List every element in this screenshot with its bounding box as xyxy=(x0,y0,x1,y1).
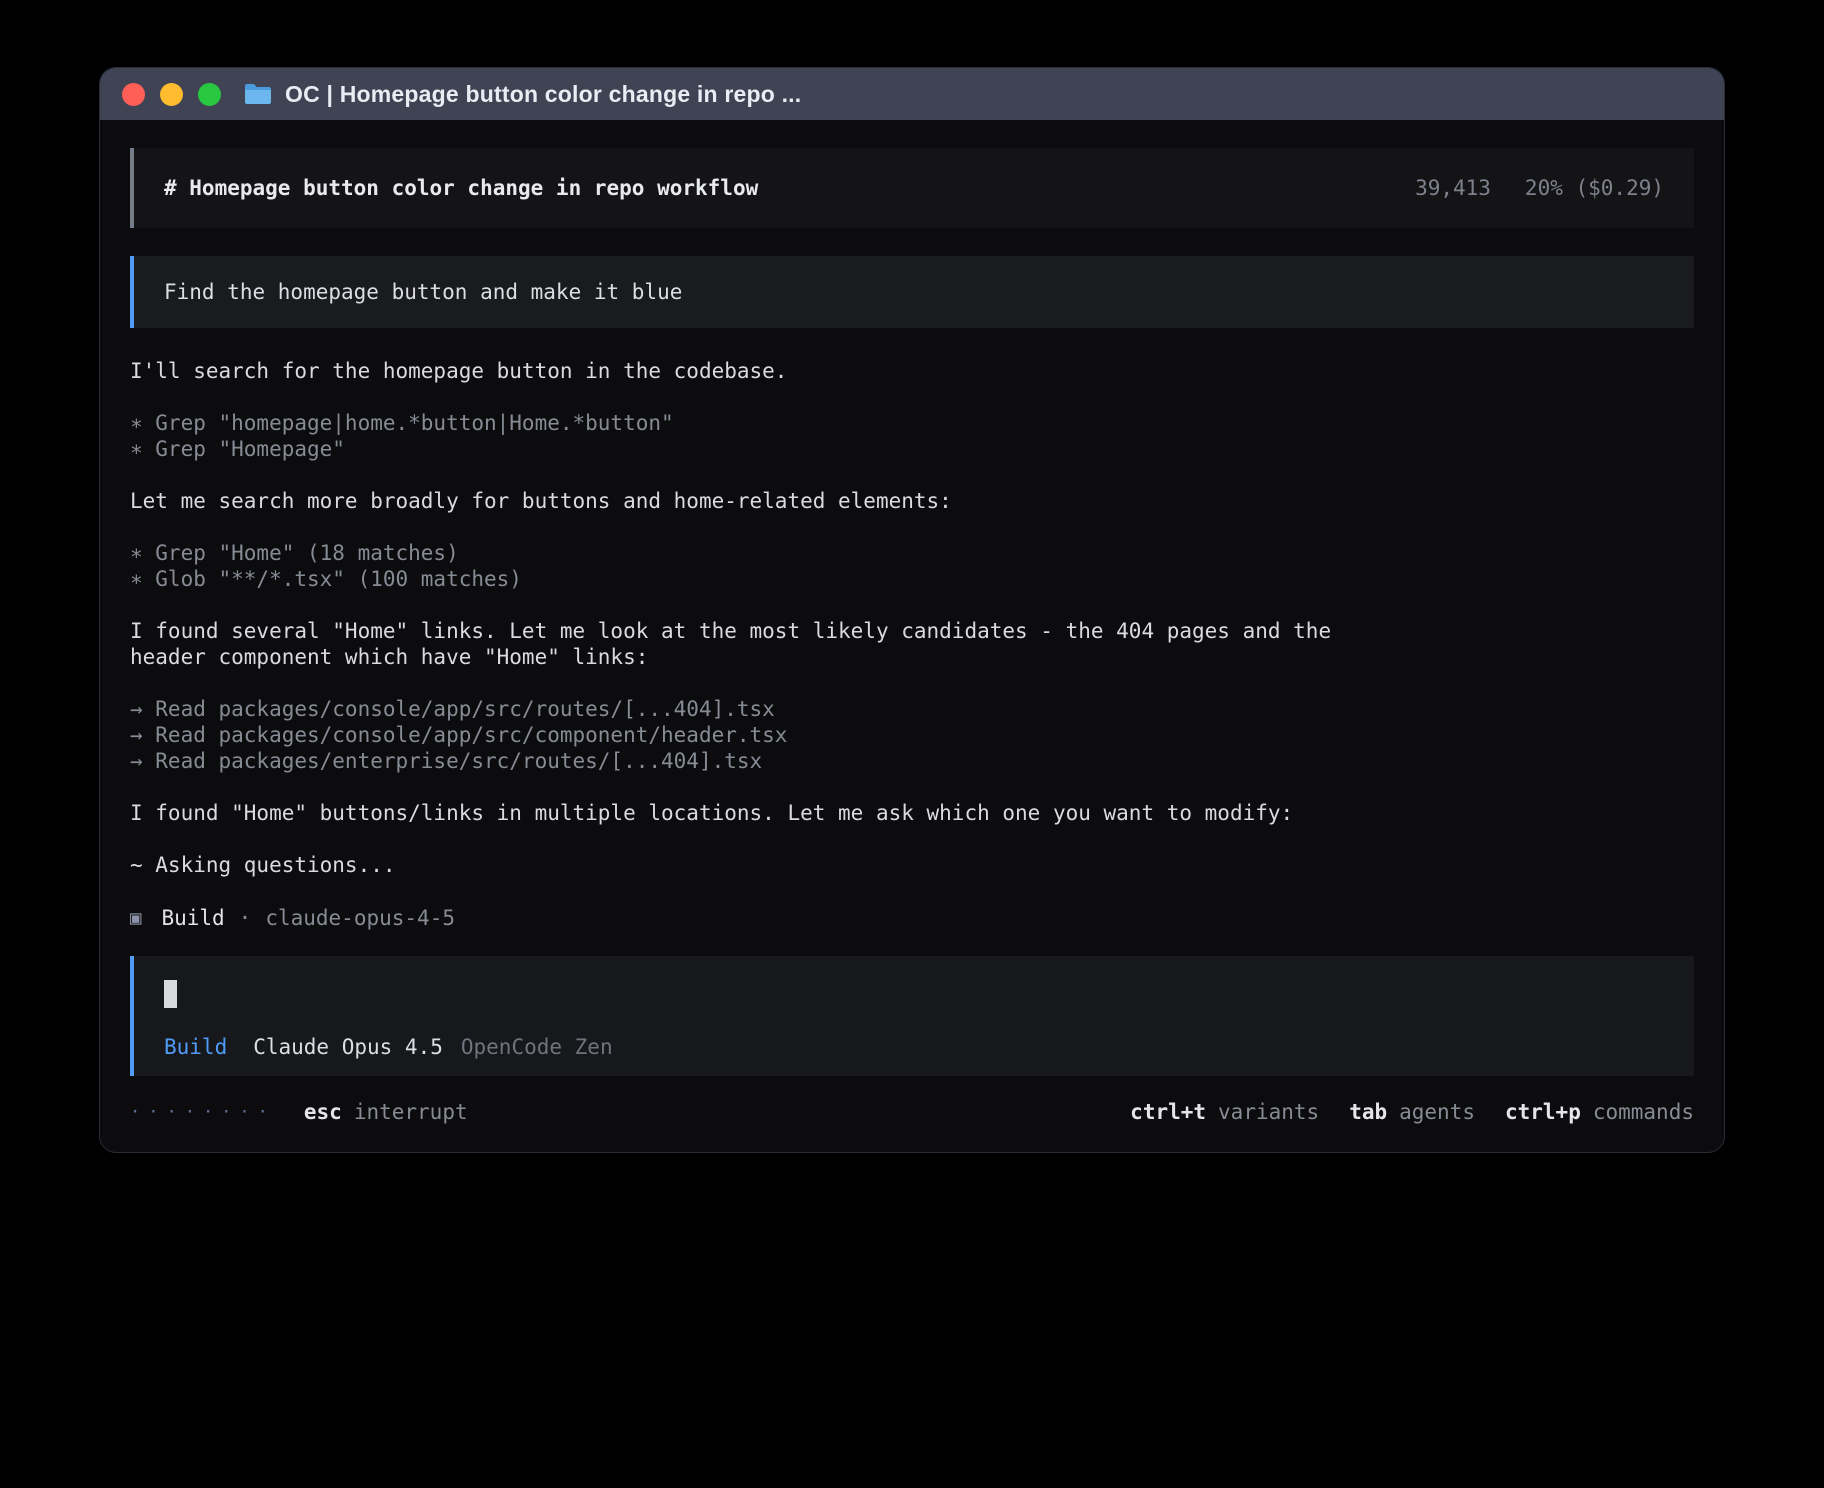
terminal-body: # Homepage button color change in repo w… xyxy=(100,120,1724,1152)
text-cursor xyxy=(164,980,177,1008)
agent-mode-label[interactable]: Build xyxy=(164,1034,227,1060)
shortcut-key: tab xyxy=(1349,1099,1387,1125)
user-message: Find the homepage button and make it blu… xyxy=(130,256,1694,328)
agent-model: claude-opus-4-5 xyxy=(265,905,455,931)
assistant-text: I'll search for the homepage button in t… xyxy=(130,358,1694,384)
status-left: ········ esc interrupt xyxy=(130,1099,468,1125)
folder-icon xyxy=(243,82,273,106)
user-message-text: Find the homepage button and make it blu… xyxy=(164,279,682,305)
shortcut-commands: ctrl+p commands xyxy=(1505,1099,1694,1125)
shortcut-label: agents xyxy=(1399,1099,1475,1125)
status-bar: ········ esc interrupt ctrl+t variants t… xyxy=(130,1098,1694,1126)
titlebar[interactable]: OC | Homepage button color change in rep… xyxy=(100,68,1724,120)
tool-call-read: → Read packages/console/app/src/routes/[… xyxy=(130,696,1694,722)
shortcut-agents: tab agents xyxy=(1349,1099,1475,1125)
agent-status-line: ▣ Build · claude-opus-4-5 xyxy=(130,904,1694,932)
session-header: # Homepage button color change in repo w… xyxy=(130,148,1694,228)
shortcut-key: ctrl+p xyxy=(1505,1099,1581,1125)
input-line[interactable] xyxy=(164,980,1664,1010)
agent-icon: ▣ xyxy=(130,905,141,931)
spinner-dots-icon: ········ xyxy=(130,1099,276,1125)
tool-call-read: → Read packages/enterprise/src/routes/[.… xyxy=(130,748,1694,774)
esc-key-hint: esc xyxy=(304,1099,342,1125)
window-title: OC | Homepage button color change in rep… xyxy=(285,81,801,108)
model-label[interactable]: Claude Opus 4.5 xyxy=(253,1034,443,1060)
minimize-button[interactable] xyxy=(160,83,183,106)
tool-call-grep: ∗ Grep "homepage|home.*button|Home.*butt… xyxy=(130,410,1694,436)
prompt-input[interactable]: Build Claude Opus 4.5 OpenCode Zen xyxy=(130,956,1694,1076)
assistant-text: header component which have "Home" links… xyxy=(130,644,1694,670)
tool-call-read: → Read packages/console/app/src/componen… xyxy=(130,722,1694,748)
assistant-text: I found several "Home" links. Let me loo… xyxy=(130,618,1694,644)
terminal-window: OC | Homepage button color change in rep… xyxy=(100,68,1724,1152)
context-cost: 20% ($0.29) xyxy=(1525,175,1664,201)
shortcut-key: ctrl+t xyxy=(1130,1099,1206,1125)
assistant-text: Let me search more broadly for buttons a… xyxy=(130,488,1694,514)
agent-separator: · xyxy=(239,905,252,931)
tool-call-glob: ∗ Glob "**/*.tsx" (100 matches) xyxy=(130,566,1694,592)
status-asking-questions: ~ Asking questions... xyxy=(130,852,1694,878)
tool-call-grep: ∗ Grep "Home" (18 matches) xyxy=(130,540,1694,566)
session-title: # Homepage button color change in repo w… xyxy=(164,175,758,201)
status-right: ctrl+t variants tab agents ctrl+p comman… xyxy=(1130,1099,1694,1125)
tool-call-grep: ∗ Grep "Homepage" xyxy=(130,436,1694,462)
esc-key-action: interrupt xyxy=(354,1099,468,1125)
traffic-lights xyxy=(122,83,221,106)
zoom-button[interactable] xyxy=(198,83,221,106)
agent-name: Build xyxy=(161,905,224,931)
conversation: I'll search for the homepage button in t… xyxy=(130,358,1694,932)
shortcut-variants: ctrl+t variants xyxy=(1130,1099,1319,1125)
session-stats: 39,413 20% ($0.29) xyxy=(1415,175,1664,201)
shortcut-label: variants xyxy=(1218,1099,1319,1125)
assistant-text: I found "Home" buttons/links in multiple… xyxy=(130,800,1694,826)
close-button[interactable] xyxy=(122,83,145,106)
provider-label: OpenCode Zen xyxy=(461,1034,613,1060)
shortcut-label: commands xyxy=(1593,1099,1694,1125)
token-count: 39,413 xyxy=(1415,175,1491,201)
input-status-row: Build Claude Opus 4.5 OpenCode Zen xyxy=(164,1034,1664,1060)
